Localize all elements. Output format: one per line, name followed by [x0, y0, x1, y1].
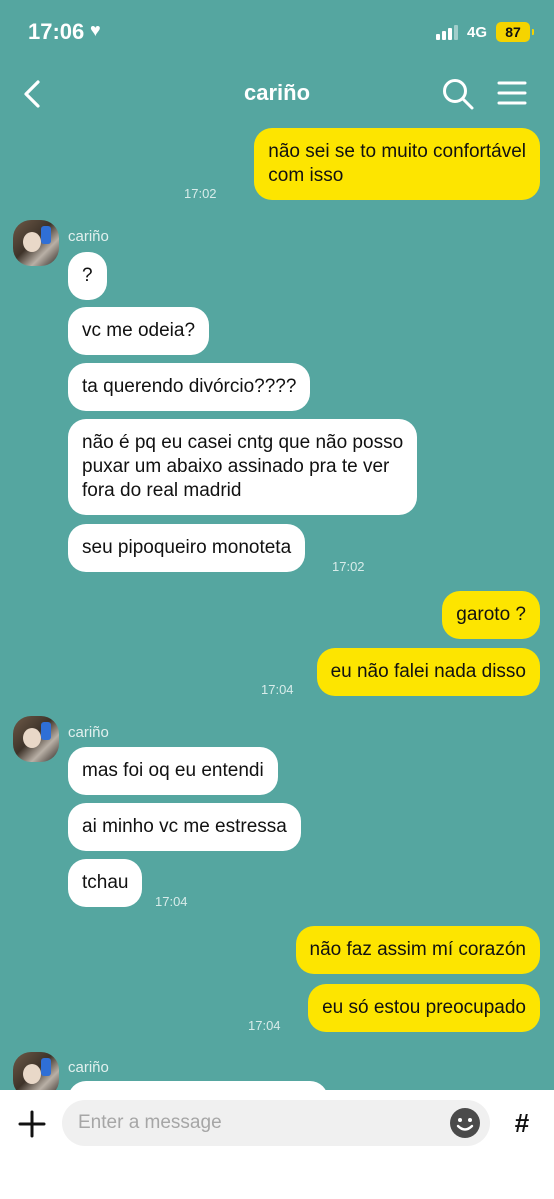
avatar[interactable] — [13, 716, 59, 762]
message-bubble-incoming[interactable]: ai minho vc me estressa — [68, 803, 301, 851]
search-icon[interactable] — [440, 76, 476, 112]
message-time: 17:04 — [261, 682, 294, 697]
network-label: 4G — [467, 24, 488, 41]
message-time: 17:04 — [155, 894, 188, 909]
message-bubble-incoming[interactable]: ? — [68, 252, 107, 300]
message-bubble-incoming[interactable]: vc me odeia? — [68, 307, 210, 355]
chat-header: cariño — [0, 66, 554, 122]
message-time: 17:04 — [248, 1018, 281, 1033]
sender-name: cariño — [68, 1059, 109, 1076]
signal-icon — [436, 24, 462, 40]
message-bubble-outgoing[interactable]: eu só estou preocupado — [308, 984, 540, 1032]
message-bubble-outgoing[interactable]: eu não falei nada disso — [316, 648, 540, 696]
hashtag-button[interactable]: # — [503, 1104, 541, 1142]
message-bubble-incoming[interactable]: ta querendo divórcio???? — [68, 363, 311, 411]
message-time: 17:02 — [184, 186, 217, 201]
sender-name: cariño — [68, 724, 109, 741]
message-bubble-incoming[interactable]: seu pipoqueiro monoteta — [68, 524, 306, 572]
status-bar: 17:06 ♥ 4G 87 — [0, 0, 554, 66]
message-bubble-incoming[interactable]: mas foi oq eu entendi — [68, 747, 278, 795]
message-composer: # — [0, 1090, 554, 1199]
battery-icon: 87 — [496, 22, 534, 42]
message-bubble-outgoing[interactable]: garoto ? — [442, 591, 540, 639]
plus-button[interactable] — [14, 1106, 50, 1142]
menu-icon[interactable] — [496, 78, 528, 108]
emoji-icon[interactable] — [449, 1107, 481, 1139]
message-input[interactable] — [62, 1100, 490, 1146]
message-bubble-incoming[interactable]: não é pq eu casei cntg que não posso pux… — [68, 419, 418, 515]
message-bubble-outgoing[interactable]: não sei se to muito confortável com isso — [254, 128, 540, 200]
avatar[interactable] — [13, 220, 59, 266]
sender-name: cariño — [68, 228, 109, 245]
heart-icon: ♥ — [90, 20, 101, 40]
message-bubble-incoming[interactable]: tchau — [68, 859, 143, 907]
status-time: 17:06 — [28, 19, 85, 44]
message-bubble-outgoing[interactable]: não faz assim mí corazón — [295, 926, 540, 974]
message-time: 17:02 — [332, 559, 365, 574]
back-arrow-icon[interactable] — [18, 78, 48, 110]
